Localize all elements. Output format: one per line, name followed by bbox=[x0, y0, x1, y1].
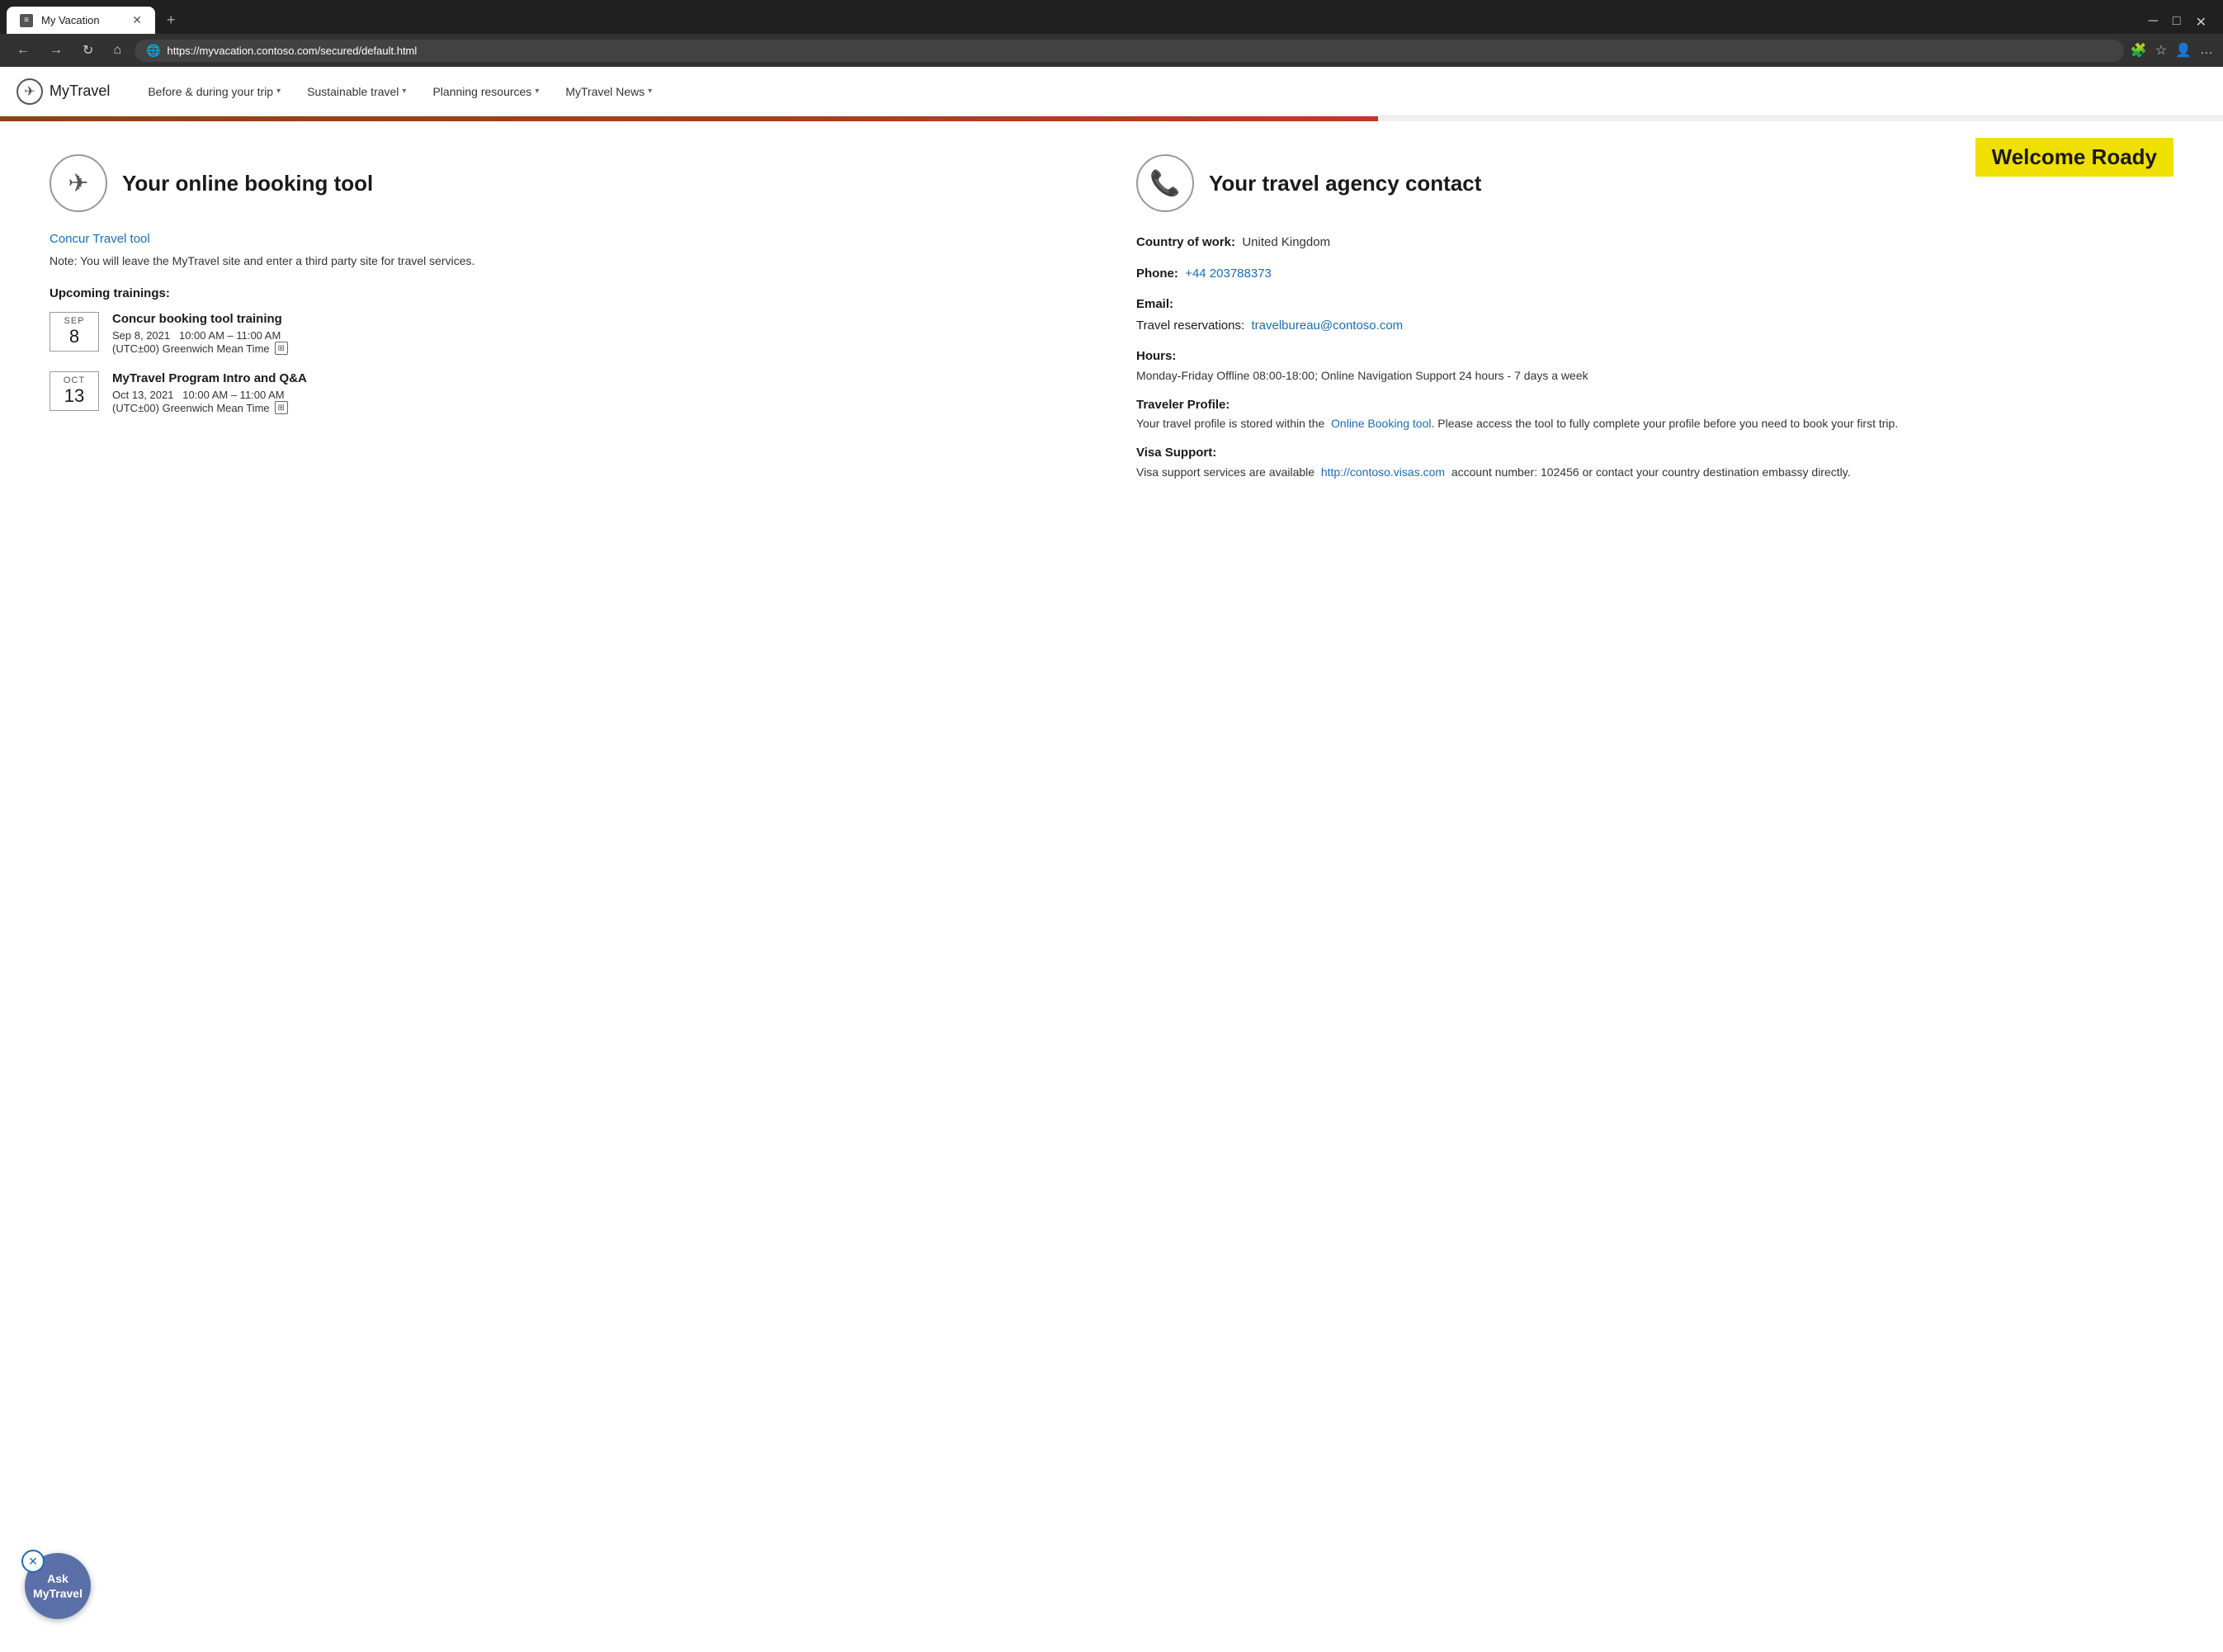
booking-tool-section: ✈ Your online booking tool Concur Travel… bbox=[50, 154, 1087, 491]
email-label: Email: bbox=[1136, 297, 1173, 311]
training-2-day: 13 bbox=[57, 385, 92, 407]
travel-agency-section: 📞 Your travel agency contact Country of … bbox=[1136, 154, 2173, 491]
welcome-badge: Welcome Roady bbox=[1975, 138, 2173, 177]
nav-item-news[interactable]: MyTravel News ▾ bbox=[552, 67, 665, 116]
training-item-1: SEP 8 Concur booking tool training Sep 8… bbox=[50, 312, 1087, 355]
tab-close-button[interactable]: ✕ bbox=[132, 13, 142, 27]
country-field: Country of work: United Kingdom bbox=[1136, 232, 2173, 253]
window-controls: ─ □ ✕ bbox=[2149, 11, 2216, 31]
online-booking-tool-link[interactable]: Online Booking tool bbox=[1331, 417, 1431, 430]
home-button[interactable]: ⌂ bbox=[106, 40, 128, 61]
add-to-calendar-icon-1[interactable]: ⊞ bbox=[275, 342, 288, 355]
chevron-down-icon: ▾ bbox=[648, 87, 652, 96]
maximize-button[interactable]: □ bbox=[2173, 14, 2181, 31]
training-1-title: Concur booking tool training bbox=[112, 312, 288, 326]
hours-value: Monday-Friday Offline 08:00-18:00; Onlin… bbox=[1136, 367, 2173, 385]
forward-button[interactable]: → bbox=[43, 40, 69, 61]
nav-item-before-during[interactable]: Before & during your trip ▾ bbox=[135, 67, 294, 116]
two-column-layout: ✈ Your online booking tool Concur Travel… bbox=[50, 154, 2173, 491]
visa-text: Visa support services are available http… bbox=[1136, 464, 2173, 481]
training-2-timezone: (UTC±00) Greenwich Mean Time ⊞ bbox=[112, 401, 307, 414]
plane-icon: ✈ bbox=[50, 154, 107, 212]
training-1-timezone: (UTC±00) Greenwich Mean Time ⊞ bbox=[112, 342, 288, 355]
chevron-down-icon: ▾ bbox=[402, 87, 406, 96]
back-button[interactable]: ← bbox=[10, 40, 36, 61]
training-2-title: MyTravel Program Intro and Q&A bbox=[112, 371, 307, 385]
nav-label-planning: Planning resources bbox=[432, 85, 531, 98]
agency-title: Your travel agency contact bbox=[1209, 171, 1481, 196]
profiles-icon[interactable]: 👤 bbox=[2175, 42, 2192, 59]
agency-contact-details: Country of work: United Kingdom Phone: +… bbox=[1136, 232, 2173, 481]
close-window-button[interactable]: ✕ bbox=[2196, 14, 2206, 31]
hours-label: Hours: bbox=[1136, 346, 2173, 367]
hours-field: Hours: Monday-Friday Offline 08:00-18:00… bbox=[1136, 346, 2173, 385]
country-value: United Kingdom bbox=[1242, 235, 1330, 249]
visa-label: Visa Support: bbox=[1136, 442, 2173, 464]
nav-label-before-during: Before & during your trip bbox=[148, 85, 273, 98]
trainings-label: Upcoming trainings: bbox=[50, 286, 1087, 300]
add-to-calendar-icon-2[interactable]: ⊞ bbox=[275, 401, 288, 414]
phone-label: Phone: bbox=[1136, 267, 1178, 281]
training-2-month: OCT bbox=[57, 375, 92, 385]
phone-icon: 📞 bbox=[1136, 154, 1194, 212]
traveler-profile-field: Traveler Profile: Your travel profile is… bbox=[1136, 394, 2173, 433]
chevron-down-icon: ▾ bbox=[535, 87, 539, 96]
logo-icon: ✈ bbox=[17, 78, 43, 105]
chat-widget: ✕ AskMyTravel bbox=[25, 1553, 91, 1619]
traveler-profile-text: Your travel profile is stored within the… bbox=[1136, 415, 2173, 432]
training-2-datetime: Oct 13, 2021 10:00 AM – 11:00 AM bbox=[112, 389, 307, 401]
country-label: Country of work: bbox=[1136, 235, 1235, 249]
site-logo[interactable]: ✈ MyTravel bbox=[17, 78, 110, 105]
booking-tool-header: ✈ Your online booking tool bbox=[50, 154, 1087, 212]
chevron-down-icon: ▾ bbox=[276, 87, 281, 96]
minimize-button[interactable]: ─ bbox=[2149, 14, 2158, 31]
url-input[interactable] bbox=[168, 45, 2112, 57]
menu-icon[interactable]: … bbox=[2200, 43, 2213, 58]
visa-site-link[interactable]: http://contoso.visas.com bbox=[1321, 465, 1445, 479]
browser-tab[interactable]: ≡ My Vacation ✕ bbox=[7, 7, 155, 34]
email-link[interactable]: travelbureau@contoso.com bbox=[1252, 319, 1404, 333]
browser-chrome: ≡ My Vacation ✕ + ─ □ ✕ ← → ↻ ⌂ 🌐 🧩 ☆ 👤 … bbox=[0, 0, 2223, 67]
concur-travel-link[interactable]: Concur Travel tool bbox=[50, 232, 1087, 246]
email-field: Email: Travel reservations: travelbureau… bbox=[1136, 294, 2173, 336]
booking-tool-title: Your online booking tool bbox=[122, 171, 373, 196]
visa-support-field: Visa Support: Visa support services are … bbox=[1136, 442, 2173, 481]
traveler-profile-label: Traveler Profile: bbox=[1136, 394, 2173, 416]
training-1-date-box: SEP 8 bbox=[50, 312, 99, 352]
training-1-month: SEP bbox=[57, 316, 92, 326]
nav-label-news: MyTravel News bbox=[565, 85, 644, 98]
phone-link[interactable]: +44 203788373 bbox=[1185, 267, 1272, 281]
training-1-datetime: Sep 8, 2021 10:00 AM – 11:00 AM bbox=[112, 329, 288, 342]
nav-item-sustainable[interactable]: Sustainable travel ▾ bbox=[294, 67, 419, 116]
concur-note: Note: You will leave the MyTravel site a… bbox=[50, 253, 1087, 270]
main-content: Welcome Roady ✈ Your online booking tool… bbox=[0, 121, 2223, 524]
toolbar-icons: 🧩 ☆ 👤 … bbox=[2131, 42, 2213, 59]
extensions-icon[interactable]: 🧩 bbox=[2131, 42, 2147, 59]
tab-favicon-icon: ≡ bbox=[20, 14, 33, 27]
logo-text: MyTravel bbox=[50, 83, 110, 100]
nav-item-planning[interactable]: Planning resources ▾ bbox=[419, 67, 552, 116]
training-1-day: 8 bbox=[57, 326, 92, 347]
new-tab-button[interactable]: + bbox=[158, 8, 184, 32]
training-1-info: Concur booking tool training Sep 8, 2021… bbox=[112, 312, 288, 355]
address-bar[interactable]: 🌐 bbox=[135, 40, 2124, 62]
phone-field: Phone: +44 203788373 bbox=[1136, 263, 2173, 285]
globe-icon: 🌐 bbox=[146, 44, 160, 58]
favorites-icon[interactable]: ☆ bbox=[2155, 42, 2167, 59]
browser-toolbar: ← → ↻ ⌂ 🌐 🧩 ☆ 👤 … bbox=[0, 34, 2223, 67]
nav-label-sustainable: Sustainable travel bbox=[307, 85, 399, 98]
refresh-button[interactable]: ↻ bbox=[76, 39, 100, 62]
email-sublabel: Travel reservations: bbox=[1136, 319, 1244, 333]
training-2-info: MyTravel Program Intro and Q&A Oct 13, 2… bbox=[112, 371, 307, 414]
training-2-date-box: OCT 13 bbox=[50, 371, 99, 411]
page-wrapper: ✈ MyTravel Before & during your trip ▾ S… bbox=[0, 67, 2223, 727]
training-item-2: OCT 13 MyTravel Program Intro and Q&A Oc… bbox=[50, 371, 1087, 414]
chat-close-button[interactable]: ✕ bbox=[21, 1550, 45, 1573]
site-nav: ✈ MyTravel Before & during your trip ▾ S… bbox=[0, 67, 2223, 116]
tab-title: My Vacation bbox=[41, 14, 100, 26]
